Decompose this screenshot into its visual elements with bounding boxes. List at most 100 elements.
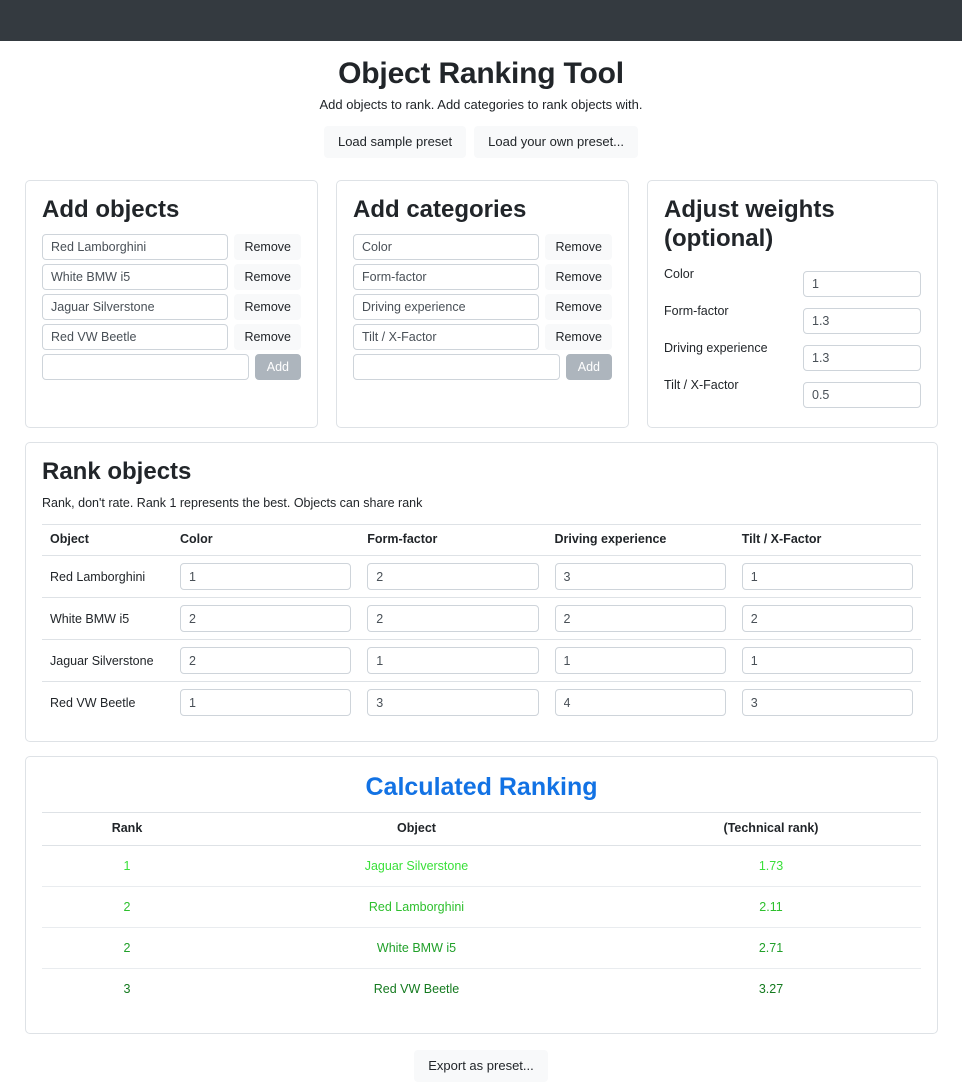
object-input-0[interactable] [42,233,229,260]
rank-input-3-2[interactable] [554,689,726,717]
rank-input-2-3[interactable] [741,647,913,675]
rank-input-0-0[interactable] [180,563,352,591]
weight-input-0[interactable] [803,271,921,298]
remove-category-button-1[interactable]: Remove [545,263,612,290]
calculated-ranking-table: Rank Object (Technical rank) 1 Jaguar Si… [42,812,921,1009]
table-row: 2 White BMW i5 2.71 [42,927,921,970]
input-panels-row: Add objects Remove Remove Remove Remove [25,179,938,429]
object-input-2[interactable] [42,293,229,320]
table-row: Red VW Beetle [42,682,921,724]
rank-cell [546,639,734,683]
rank-input-1-3[interactable] [741,605,913,633]
table-row: Red Lamborghini [42,555,921,599]
result-header-rank: Rank [42,812,212,847]
remove-category-button-2[interactable]: Remove [545,293,612,320]
category-input-3[interactable] [353,323,540,350]
result-rank-0: 1 [42,845,212,888]
category-input-2[interactable] [353,293,540,320]
rank-input-1-2[interactable] [554,605,726,633]
rank-input-3-0[interactable] [180,689,352,717]
preset-buttons: Load sample preset Load your own preset.… [0,126,962,158]
remove-object-button-2[interactable]: Remove [234,293,301,320]
top-navbar [0,0,962,41]
rank-cell [172,682,359,724]
result-rank-2: 2 [42,927,212,970]
adjust-weights-panel: Adjust weights (optional) Color Form-fac… [647,179,938,429]
object-new-entry-row: Add [42,353,301,380]
rank-cell [172,597,360,641]
object-entry-row: Remove [42,323,301,350]
add-categories-panel: Add categories Remove Remove Remove Remo… [336,179,629,429]
result-technical-0: 1.73 [621,845,921,888]
rank-input-0-1[interactable] [367,563,539,591]
add-objects-panel: Add objects Remove Remove Remove Remove [25,179,318,429]
weight-input-3[interactable] [803,382,921,409]
object-entry-row: Remove [42,293,301,320]
result-object-2: White BMW i5 [212,927,621,970]
rank-cell [546,597,734,641]
object-input-1[interactable] [42,263,229,290]
rank-input-0-3[interactable] [741,563,913,591]
category-new-entry-row: Add [353,353,612,380]
export-as-preset-button[interactable]: Export as preset... [414,1050,548,1082]
result-object-3: Red VW Beetle [373,982,460,997]
load-own-preset-button[interactable]: Load your own preset... [474,126,639,158]
rank-cell [359,682,546,724]
category-entry-row: Remove [353,263,612,290]
weight-label-0: Color [664,267,694,282]
rank-input-3-3[interactable] [741,689,913,717]
category-input-1[interactable] [353,263,540,290]
load-sample-preset-button[interactable]: Load sample preset [323,126,467,158]
add-category-button[interactable]: Add [565,353,612,380]
remove-category-button-0[interactable]: Remove [545,233,612,260]
weight-input-2[interactable] [803,345,921,372]
rank-input-1-0[interactable] [180,605,352,633]
rank-input-3-1[interactable] [367,689,539,717]
adjust-weights-title: Adjust weights (optional) [664,195,835,252]
weight-label-1: Form-factor [664,304,729,319]
rank-cell [733,555,921,599]
result-table-header-row: Rank Object (Technical rank) [42,812,921,847]
result-technical-2: 2.71 [621,927,921,970]
remove-object-button-0[interactable]: Remove [234,233,301,260]
rank-row-object-3: Red VW Beetle [50,695,136,710]
rank-input-2-2[interactable] [554,647,726,675]
rank-cell [546,555,734,599]
object-entry-row: Remove [42,263,301,290]
table-row: White BMW i5 [42,597,921,641]
add-object-button[interactable]: Add [254,353,301,380]
rank-input-0-2[interactable] [554,563,726,591]
remove-object-button-3[interactable]: Remove [234,323,301,350]
result-object-1: Red Lamborghini [212,886,621,929]
result-technical-1: 2.11 [621,886,921,929]
table-row: Jaguar Silverstone [42,639,921,683]
weight-row: Form-factor [664,300,921,335]
rank-input-2-1[interactable] [367,647,539,675]
footer-actions: Export as preset... [0,1050,962,1082]
category-entry-row: Remove [353,293,612,320]
result-rank-3: 3 [123,982,131,997]
weight-input-1[interactable] [803,308,921,335]
rank-header-color: Color [172,524,360,557]
calculated-ranking-panel: Calculated Ranking Rank Object (Technica… [25,756,938,1035]
weight-label-2: Driving experience [664,341,768,356]
new-object-input[interactable] [42,353,249,380]
rank-input-2-0[interactable] [180,647,352,675]
remove-object-button-1[interactable]: Remove [234,263,301,290]
object-input-3[interactable] [42,323,229,350]
rank-input-1-1[interactable] [367,605,539,633]
rank-cell [359,555,547,599]
table-row: 1 Jaguar Silverstone 1.73 [42,845,921,888]
result-header-object: Object [212,812,621,847]
rank-row-object-2: Jaguar Silverstone [42,639,172,683]
rank-header-object: Object [42,524,172,557]
remove-category-button-3[interactable]: Remove [545,323,612,350]
rank-table-header-row: Object Color Form-factor Driving experie… [42,524,921,557]
new-category-input[interactable] [353,353,560,380]
rank-cell [172,555,360,599]
rank-cell [733,639,921,683]
object-entry-row: Remove [42,233,301,260]
category-input-0[interactable] [353,233,540,260]
category-entry-row: Remove [353,323,612,350]
add-objects-title: Add objects [42,195,180,223]
